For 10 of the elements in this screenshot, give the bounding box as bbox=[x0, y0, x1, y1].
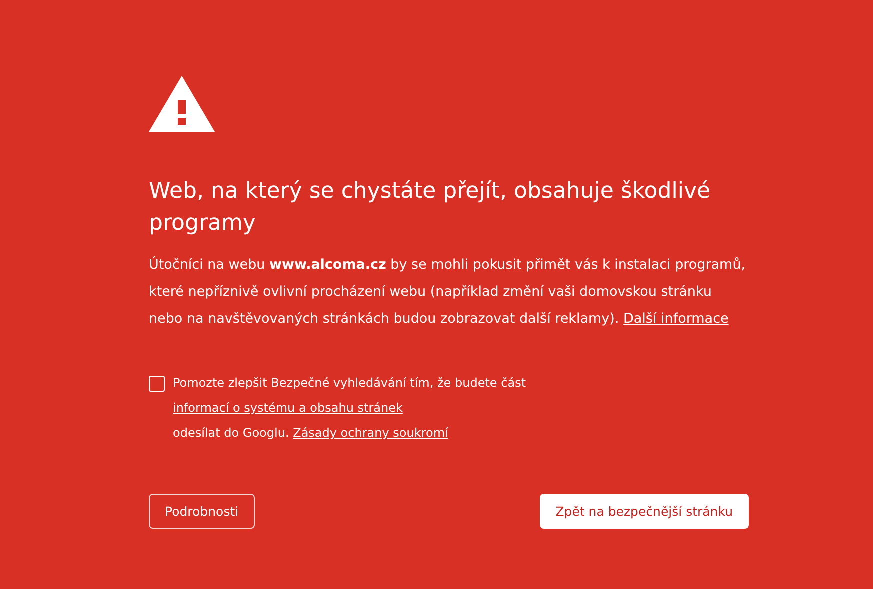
details-button[interactable]: Podrobnosti bbox=[149, 494, 255, 529]
more-info-link[interactable]: Další informace bbox=[624, 311, 729, 327]
system-info-link[interactable]: informací o systému a obsahu stránek bbox=[173, 401, 403, 415]
back-to-safety-button[interactable]: Zpět na bezpečnější stránku bbox=[540, 494, 749, 529]
warning-heading: Web, na který se chystáte přejít, obsahuje škodlivé programy bbox=[149, 178, 712, 238]
warning-message: Útočníci na webu www.alcoma.cz by se mohli pokusit přimět vás k instalaci programů, které nepříznivě ovlivní procházení webu (například změní vaši domovskou stránku nebo na navštěvovaných stránkách budou zobrazovat další reklamy). Další informace bbox=[149, 256, 747, 329]
privacy-policy-link[interactable]: Zásady ochrany soukromí bbox=[293, 426, 448, 440]
warning-icon bbox=[149, 76, 215, 132]
checkbox[interactable] bbox=[149, 376, 165, 392]
report-consent-text: Pomozte zlepšit Bezpečné vyhledávání tím, že budete část informací o systému a obsahu stránek odesílat do Googlu. Zásady ochrany soukromí bbox=[173, 375, 528, 442]
